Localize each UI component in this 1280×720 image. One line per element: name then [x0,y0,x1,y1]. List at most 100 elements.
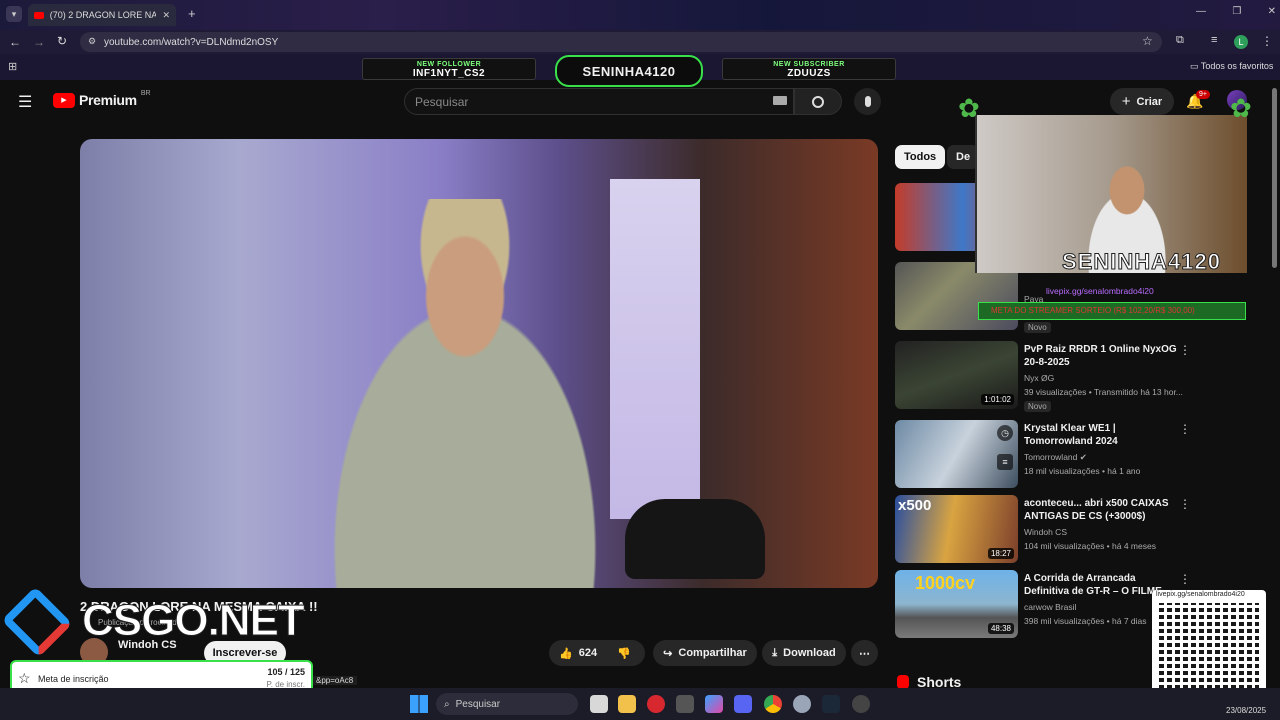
video-options-icon[interactable]: ⋮ [1179,572,1191,586]
download-icon: ⤓ [772,646,778,659]
more-actions-button[interactable]: ⋯ [851,640,878,666]
windows-start-icon[interactable] [410,695,428,713]
new-subscriber-name: ZDUUZS [787,68,831,79]
windows-taskbar [0,688,1280,720]
new-follower-name: INF1NYT_CS2 [412,68,486,79]
window-controls[interactable]: — ❐ ✕ [1196,6,1276,17]
video-options-icon[interactable]: ⋮ [1179,343,1191,357]
streamer-name: SENINHA4120 [582,63,676,79]
minimize-icon[interactable]: — [1196,6,1206,17]
video-thumbnail[interactable]: x500 18:27 [895,495,1018,563]
video-options-icon[interactable]: ⋮ [1179,497,1191,511]
video-stats: 18 mil visualizações • há 1 ano [1024,466,1141,476]
youtube-favicon-icon [34,11,44,19]
discord-icon[interactable] [734,695,752,713]
media-control-icon[interactable]: ≡ [1211,34,1217,46]
microphone-icon [864,96,871,107]
copilot-icon[interactable] [705,695,723,713]
youtube-search-input[interactable]: Pesquisar [404,88,794,115]
like-count: 624 [578,647,598,659]
obs-icon[interactable] [852,695,870,713]
video-thumbnail[interactable]: 1000cv 48:38 [895,570,1018,638]
video-channel: carwow Brasil [1024,602,1077,612]
search-placeholder: Pesquisar [415,94,469,109]
close-window-icon[interactable]: ✕ [1268,6,1276,17]
star-icon: ☆ [18,670,31,686]
thumbnail-text: x500 [898,497,932,514]
settings-gear-icon[interactable] [793,695,811,713]
all-bookmarks-folder[interactable]: ▭ Todos os favoritos [1190,61,1273,72]
apps-grid-icon[interactable]: ⊞ [8,60,17,73]
new-follower-alert: NEW FOLLOWER INF1NYT_CS2 [362,58,536,80]
chip-from-label: De [956,151,971,163]
share-button[interactable]: ↪ Compartilhar [653,640,757,666]
notification-count: 9+ [1196,90,1210,99]
back-icon[interactable]: ← [9,35,21,49]
youtube-play-icon: ▶ [53,92,75,108]
verified-icon: ✔ [1079,452,1087,462]
extensions-icon[interactable]: ⧉ [1176,34,1184,47]
youtube-logo[interactable]: ▶ Premium BR [53,89,151,108]
plus-icon: + [1121,93,1131,110]
list-item[interactable]: 1:01:02 PvP Raiz RRDR 1 Online NyxOG 20-… [895,341,1195,412]
dislike-button[interactable]: 👎 [617,647,631,660]
microphone-prop [625,499,765,579]
keyboard-icon[interactable] [773,96,787,105]
video-thumbnail[interactable]: ◷ ≡ [895,420,1018,488]
search-button[interactable] [794,88,842,115]
chip-all[interactable]: Todos [895,145,946,169]
youtube-logo-text: Premium [79,92,137,108]
maximize-icon[interactable]: ❐ [1232,6,1241,17]
page-scrollbar[interactable] [1272,88,1277,268]
add-to-queue-icon[interactable]: ≡ [997,454,1013,470]
chip-all-label: Todos [904,151,937,163]
sub-goal-value: 105 / 125 [267,667,305,677]
shorts-icon [897,675,909,689]
watch-later-icon[interactable]: ◷ [997,425,1013,441]
csgo-net-logo: CSGO.NET [0,586,320,658]
browser-tab[interactable]: (70) 2 DRAGON LORE NA M ✕ [28,4,176,26]
reload-icon[interactable]: ↻ [57,34,67,48]
like-button[interactable]: 👍 624 [559,647,597,660]
video-options-icon[interactable]: ⋮ [1179,422,1191,436]
video-stats: 39 visualizações • Transmitido há 13 hor… [1024,387,1183,397]
bookmark-star-icon[interactable]: ☆ [1142,34,1153,48]
list-item[interactable]: 1000cv 48:38 A Corrida de Arrancada Defi… [895,570,1195,640]
store-icon[interactable] [676,695,694,713]
url-bar[interactable]: youtube.com/watch?v=DLNdmd2nOSY [80,32,1162,52]
forward-icon[interactable]: → [33,35,45,49]
thumbs-up-icon: 👍 [559,647,573,660]
goal-text: META DO STREAMER SORTEIO (R$ 102,20/R$ 3… [991,306,1195,315]
profile-avatar[interactable]: L [1234,35,1248,49]
video-channel: Tomorrowland ✔ [1024,452,1087,463]
search-icon [812,95,824,108]
chrome-icon[interactable] [764,695,782,713]
video-player[interactable] [80,139,878,588]
opera-icon[interactable] [647,695,665,713]
list-item[interactable]: x500 18:27 aconteceu... abri x500 CAIXAS… [895,495,1195,565]
new-badge: Novo [1024,401,1051,412]
share-icon: ↪ [663,647,673,660]
new-tab-button[interactable]: + [188,6,196,21]
create-button[interactable]: + Criar [1110,88,1174,115]
share-label: Compartilhar [678,647,747,659]
taskbar-search[interactable]: ⌕ Pesquisar [436,693,578,715]
thumbs-down-icon: 👎 [617,647,631,660]
list-item[interactable]: ◷ ≡ Krystal Klear WE1 | Tomorrowland 202… [895,420,1195,490]
taskbar-search-label: Pesquisar [455,698,501,710]
steam-icon[interactable] [822,695,840,713]
hamburger-menu-icon[interactable]: ☰ [18,92,32,112]
file-explorer-icon[interactable] [618,695,636,713]
leaf-decoration-left-icon: ✿ [958,93,980,123]
task-view-icon[interactable] [590,695,608,713]
qr-label: livepix.gg/senalombrado4i20 [1156,591,1245,598]
browser-menu-icon[interactable]: ⋮ [1261,34,1273,48]
tab-search-button[interactable]: ▾ [6,6,22,22]
region-code: BR [140,89,151,97]
voice-search-button[interactable] [854,88,881,115]
video-thumbnail[interactable]: 1:01:02 [895,341,1018,409]
create-label: Criar [1136,95,1163,108]
close-tab-icon[interactable]: ✕ [162,10,170,21]
site-info-icon[interactable]: ⚙ [88,36,96,47]
download-button[interactable]: ⤓ Download [762,640,846,666]
